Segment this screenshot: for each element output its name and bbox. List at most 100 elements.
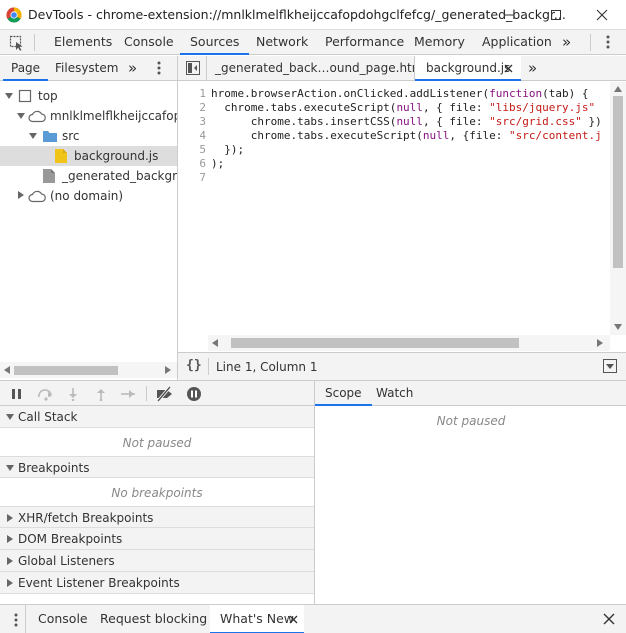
editor-tab-generated-page[interactable]: _generated_back…ound_page.html <box>215 56 427 81</box>
step-over-icon[interactable] <box>37 387 55 401</box>
drawer-tab-whats-new[interactable]: What's New <box>210 605 304 633</box>
section-dom-breakpoints[interactable]: DOM Breakpoints <box>0 528 314 550</box>
section-label: Breakpoints <box>18 461 90 475</box>
call-stack-empty-message: Not paused <box>122 436 192 450</box>
scroll-right-icon[interactable] <box>597 339 604 347</box>
tab-network[interactable]: Network <box>256 30 308 55</box>
scroll-up-icon[interactable] <box>614 86 622 93</box>
maximize-button[interactable] <box>545 4 567 26</box>
triangle-down-icon <box>6 414 14 420</box>
line-number: 4 <box>199 129 206 142</box>
sidebar-bottom-icon <box>603 359 617 373</box>
navigator-more-button[interactable]: » <box>128 56 137 81</box>
triangle-right-icon <box>7 579 13 587</box>
inspect-element-button[interactable] <box>9 35 25 51</box>
document-file-icon <box>43 169 55 183</box>
line-number: 3 <box>199 115 206 128</box>
tab-application[interactable]: Application <box>482 30 552 55</box>
tree-item-extension-origin[interactable]: mnlklmelflkheijccafopdohgclfefcg <box>0 106 177 126</box>
cloud-icon <box>28 110 46 123</box>
triangle-down-icon <box>5 93 13 99</box>
tree-item-src[interactable]: src <box>0 126 177 146</box>
section-global-listeners[interactable]: Global Listeners <box>0 550 314 572</box>
frame-icon <box>18 89 32 103</box>
scroll-down-icon[interactable] <box>614 324 622 331</box>
tab-performance[interactable]: Performance <box>325 30 404 55</box>
section-label: DOM Breakpoints <box>18 532 123 546</box>
tree-item-top[interactable]: top <box>0 86 177 106</box>
section-xhr-breakpoints[interactable]: XHR/fetch Breakpoints <box>0 506 314 528</box>
tree-item-label: src <box>62 129 80 143</box>
section-label: Global Listeners <box>18 554 115 568</box>
scrollbar-thumb[interactable] <box>613 96 623 268</box>
toggle-navigator-button[interactable] <box>186 61 200 75</box>
code-line: chrome.tabs.executeScript(null, {file: "… <box>211 129 602 142</box>
tree-item-label: (no domain) <box>50 189 124 203</box>
toolbar-divider <box>34 34 35 51</box>
close-drawer-button[interactable] <box>603 613 615 625</box>
more-tabs-button[interactable]: » <box>562 30 571 55</box>
editor-hscrollbar[interactable] <box>208 335 610 351</box>
drawer-divider <box>25 605 26 633</box>
close-window-button[interactable] <box>591 4 613 26</box>
tree-item-no-domain[interactable]: (no domain) <box>0 186 177 206</box>
line-number: 2 <box>199 101 206 114</box>
sidebar-toggle-icon <box>186 61 200 75</box>
section-event-listener-breakpoints[interactable]: Event Listener Breakpoints <box>0 572 314 594</box>
code-line: chrome.tabs.insertCSS(null, { file: "src… <box>211 115 602 128</box>
tab-scope[interactable]: Scope <box>315 381 372 406</box>
editor-tab-background-js[interactable]: background.js <box>415 56 521 81</box>
code-editor[interactable]: 1 2 3 4 5 6 7 hrome.browserAction.onClic… <box>178 82 610 335</box>
editor-tab-label: background.js <box>426 61 511 75</box>
drawer-tab-request-blocking[interactable]: Request blocking <box>100 605 207 633</box>
pretty-print-button[interactable]: {} <box>186 358 202 373</box>
scroll-left-icon[interactable] <box>212 339 219 347</box>
close-tab-icon[interactable] <box>504 64 513 73</box>
triangle-right-icon <box>7 535 13 543</box>
kebab-menu-icon <box>14 613 18 627</box>
tree-item-label: background.js <box>74 149 159 163</box>
customize-devtools-button[interactable] <box>603 34 613 50</box>
triangle-right-icon <box>18 191 24 199</box>
code-line: chrome.tabs.executeScript(null, { file: … <box>211 101 596 114</box>
tree-item-generated-page[interactable]: _generated_background_page.html <box>0 166 177 186</box>
window-title: DevTools - chrome-extension://mnlklmelfl… <box>28 7 566 22</box>
tab-sources[interactable]: Sources <box>180 30 250 55</box>
debugger-toolbar <box>0 380 314 406</box>
tree-item-background-js[interactable]: background.js <box>0 146 177 166</box>
scrollbar-thumb[interactable] <box>14 366 118 375</box>
scrollbar-thumb[interactable] <box>231 338 519 348</box>
close-icon <box>603 613 615 625</box>
editor-more-tabs-button[interactable]: » <box>528 56 537 81</box>
toolbar-divider <box>590 34 591 51</box>
drawer-tab-console[interactable]: Console <box>38 605 88 633</box>
step-icon[interactable] <box>120 387 136 401</box>
cursor-position: Line 1, Column 1 <box>216 360 318 374</box>
pause-icon[interactable] <box>11 388 23 400</box>
close-tab-icon[interactable] <box>289 615 298 624</box>
tab-page[interactable]: Page <box>3 56 49 81</box>
navigator-hscrollbar[interactable] <box>0 362 177 378</box>
tab-memory[interactable]: Memory <box>414 30 465 55</box>
step-into-icon[interactable] <box>67 387 79 401</box>
editor-vscrollbar[interactable] <box>610 82 626 335</box>
navigator-menu-button[interactable] <box>154 60 164 76</box>
step-out-icon[interactable] <box>95 387 107 401</box>
scroll-left-icon[interactable] <box>4 366 11 374</box>
drawer-menu-button[interactable] <box>12 612 20 628</box>
deactivate-breakpoints-icon[interactable] <box>155 386 175 402</box>
minimize-button[interactable] <box>498 4 520 26</box>
drawer-tab-bar: Console Request blocking What's New <box>0 604 626 633</box>
tab-console[interactable]: Console <box>124 30 174 55</box>
section-breakpoints[interactable]: Breakpoints <box>0 456 314 478</box>
line-number: 7 <box>199 171 206 184</box>
tab-watch[interactable]: Watch <box>376 381 413 406</box>
tab-elements[interactable]: Elements <box>54 30 112 55</box>
tab-filesystem[interactable]: Filesystem <box>55 56 118 81</box>
toggle-debugger-sidebar-button[interactable] <box>603 359 617 373</box>
code-line: hrome.browserAction.onClicked.addListene… <box>211 87 589 100</box>
scroll-right-icon[interactable] <box>165 366 172 374</box>
pause-on-exceptions-icon[interactable] <box>186 386 202 402</box>
section-call-stack[interactable]: Call Stack <box>0 406 314 428</box>
section-label: Event Listener Breakpoints <box>18 576 180 590</box>
